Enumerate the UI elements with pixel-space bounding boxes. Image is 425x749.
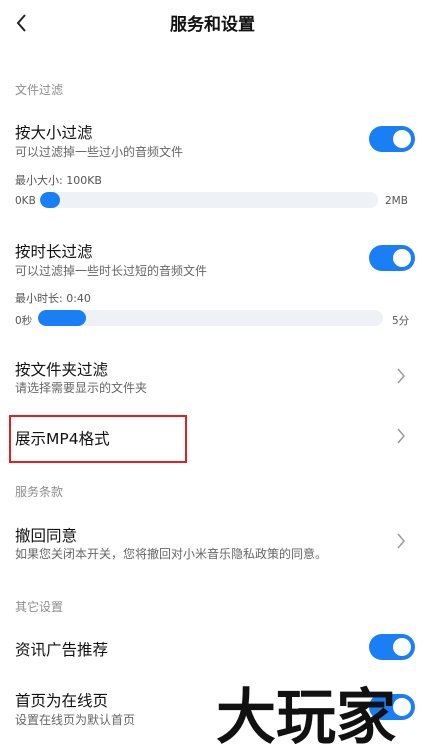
filter-by-size-title: 按大小过滤 — [15, 124, 93, 142]
page-title: 服务和设置 — [170, 15, 255, 35]
filter-by-size-toggle[interactable] — [369, 126, 415, 152]
chevron-right-icon — [397, 533, 405, 549]
revoke-consent-title: 撤回同意 — [15, 527, 78, 545]
toggle-knob — [393, 249, 411, 267]
chevron-right-icon — [397, 428, 405, 444]
chevron-right-icon — [397, 368, 405, 384]
duration-min-label: 0秒 — [15, 315, 33, 327]
section-label-other: 其它设置 — [15, 600, 64, 614]
svg-text:大玩家: 大玩家 — [216, 683, 396, 746]
size-min-label: 0KB — [15, 195, 36, 207]
toggle-knob — [393, 638, 411, 656]
watermark-logo: 大玩家 — [216, 683, 396, 746]
filter-by-duration-subtitle: 可以过滤掉一些时长过短的音频文件 — [15, 264, 208, 278]
ads-recommend-toggle[interactable] — [369, 634, 415, 660]
min-size-label: 最小大小: 100KB — [15, 174, 102, 187]
min-duration-label: 最小时长: 0:40 — [15, 292, 91, 305]
size-slider[interactable] — [40, 192, 378, 208]
size-slider-fill — [40, 192, 61, 208]
annotation-highlight-box — [9, 415, 187, 463]
filter-by-duration-title: 按时长过滤 — [15, 243, 93, 261]
ads-recommend-title: 资讯广告推荐 — [15, 641, 109, 659]
revoke-consent-subtitle: 如果您关闭本开关，您将撤回对小米音乐隐私政策的同意。 — [15, 547, 328, 561]
home-online-subtitle: 设置在线页为默认首页 — [15, 713, 136, 727]
section-label-terms: 服务条款 — [15, 485, 64, 499]
home-online-title: 首页为在线页 — [15, 692, 109, 710]
filter-by-folder-subtitle: 请选择需要显示的文件夹 — [15, 381, 148, 395]
duration-slider-fill — [38, 310, 87, 326]
size-max-label: 2MB — [385, 195, 408, 207]
duration-max-label: 5分 — [392, 315, 410, 327]
toggle-knob — [393, 130, 411, 148]
filter-by-duration-toggle[interactable] — [369, 245, 415, 271]
section-label-file-filter: 文件过滤 — [15, 83, 64, 97]
filter-by-folder-title: 按文件夹过滤 — [15, 361, 109, 379]
filter-by-size-subtitle: 可以过滤掉一些过小的音频文件 — [15, 145, 184, 159]
duration-slider[interactable] — [38, 310, 383, 326]
